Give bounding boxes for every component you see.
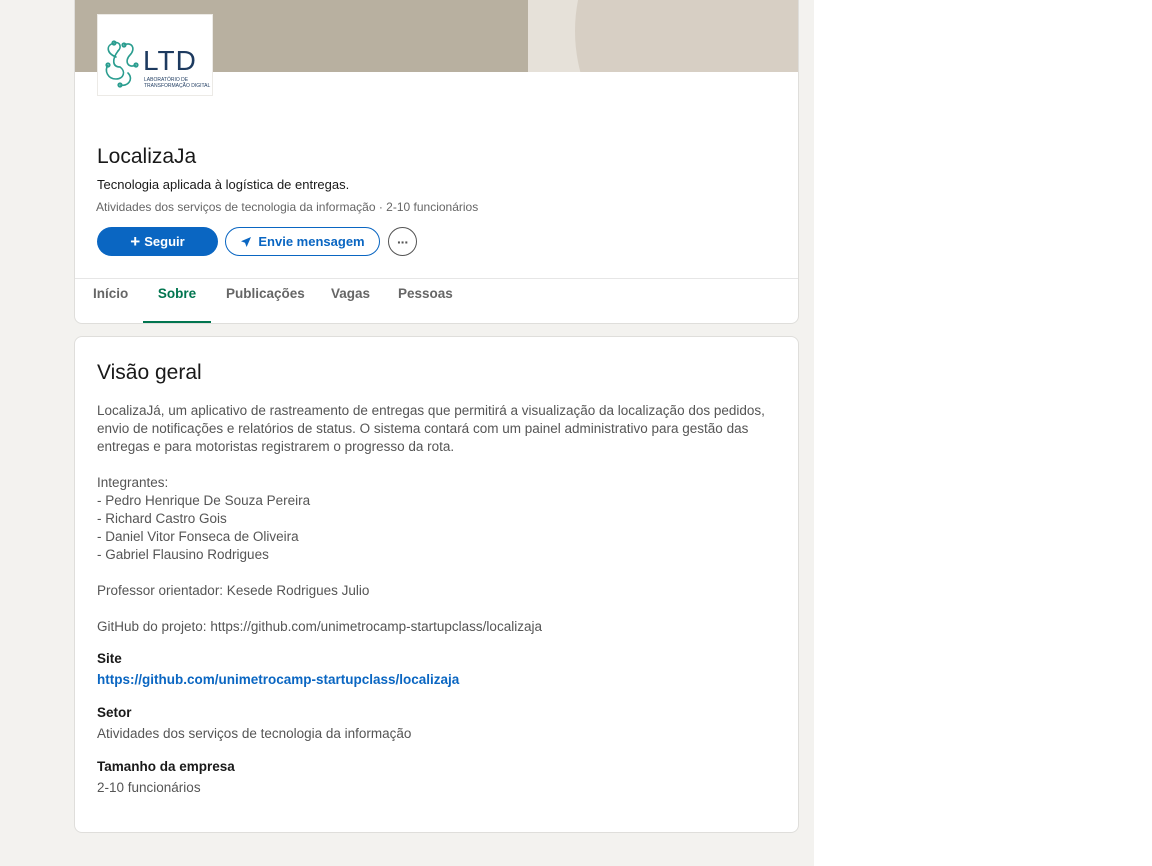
site-label: Site	[97, 651, 122, 666]
tab-vagas[interactable]: Vagas	[331, 279, 370, 323]
follow-button[interactable]: + Seguir	[97, 227, 218, 256]
overview-title: Visão geral	[97, 361, 202, 384]
site-link[interactable]: https://github.com/unimetrocamp-startupc…	[97, 672, 459, 687]
ellipsis-icon: ···	[397, 233, 409, 250]
tab-sobre[interactable]: Sobre	[143, 279, 211, 323]
company-size-label: Tamanho da empresa	[97, 759, 235, 774]
company-header-card: LTD LABORATÓRIO DE TRANSFORMAÇÃO DIGITAL…	[74, 0, 799, 324]
paper-plane-icon	[240, 236, 252, 248]
send-message-button[interactable]: Envie mensagem	[225, 227, 380, 256]
logo-text: LTD	[143, 45, 197, 76]
about-card: Visão geral LocalizaJá, um aplicativo de…	[74, 336, 799, 833]
overview-description: LocalizaJá, um aplicativo de rastreament…	[97, 403, 765, 634]
message-label: Envie mensagem	[258, 234, 365, 249]
sector-label: Setor	[97, 705, 132, 720]
plus-icon: +	[130, 232, 141, 251]
tab-pessoas[interactable]: Pessoas	[398, 279, 453, 323]
company-name: LocalizaJa	[97, 145, 197, 168]
more-options-button[interactable]: ···	[388, 227, 417, 256]
banner-circle	[575, 0, 798, 72]
company-logo[interactable]: LTD LABORATÓRIO DE TRANSFORMAÇÃO DIGITAL	[97, 14, 213, 96]
company-size-value: 2-10 funcionários	[97, 780, 201, 795]
company-tagline: Tecnologia aplicada à logística de entre…	[97, 177, 350, 192]
tab-inicio[interactable]: Início	[93, 279, 128, 323]
company-meta: Atividades dos serviços de tecnologia da…	[96, 200, 479, 214]
follow-label: Seguir	[144, 234, 185, 249]
company-tabs: Início Sobre Publicações Vagas Pessoas	[75, 279, 798, 323]
sector-value: Atividades dos serviços de tecnologia da…	[97, 726, 412, 741]
logo-subtext-2: TRANSFORMAÇÃO DIGITAL	[144, 83, 211, 89]
tab-publicacoes[interactable]: Publicações	[226, 279, 305, 323]
